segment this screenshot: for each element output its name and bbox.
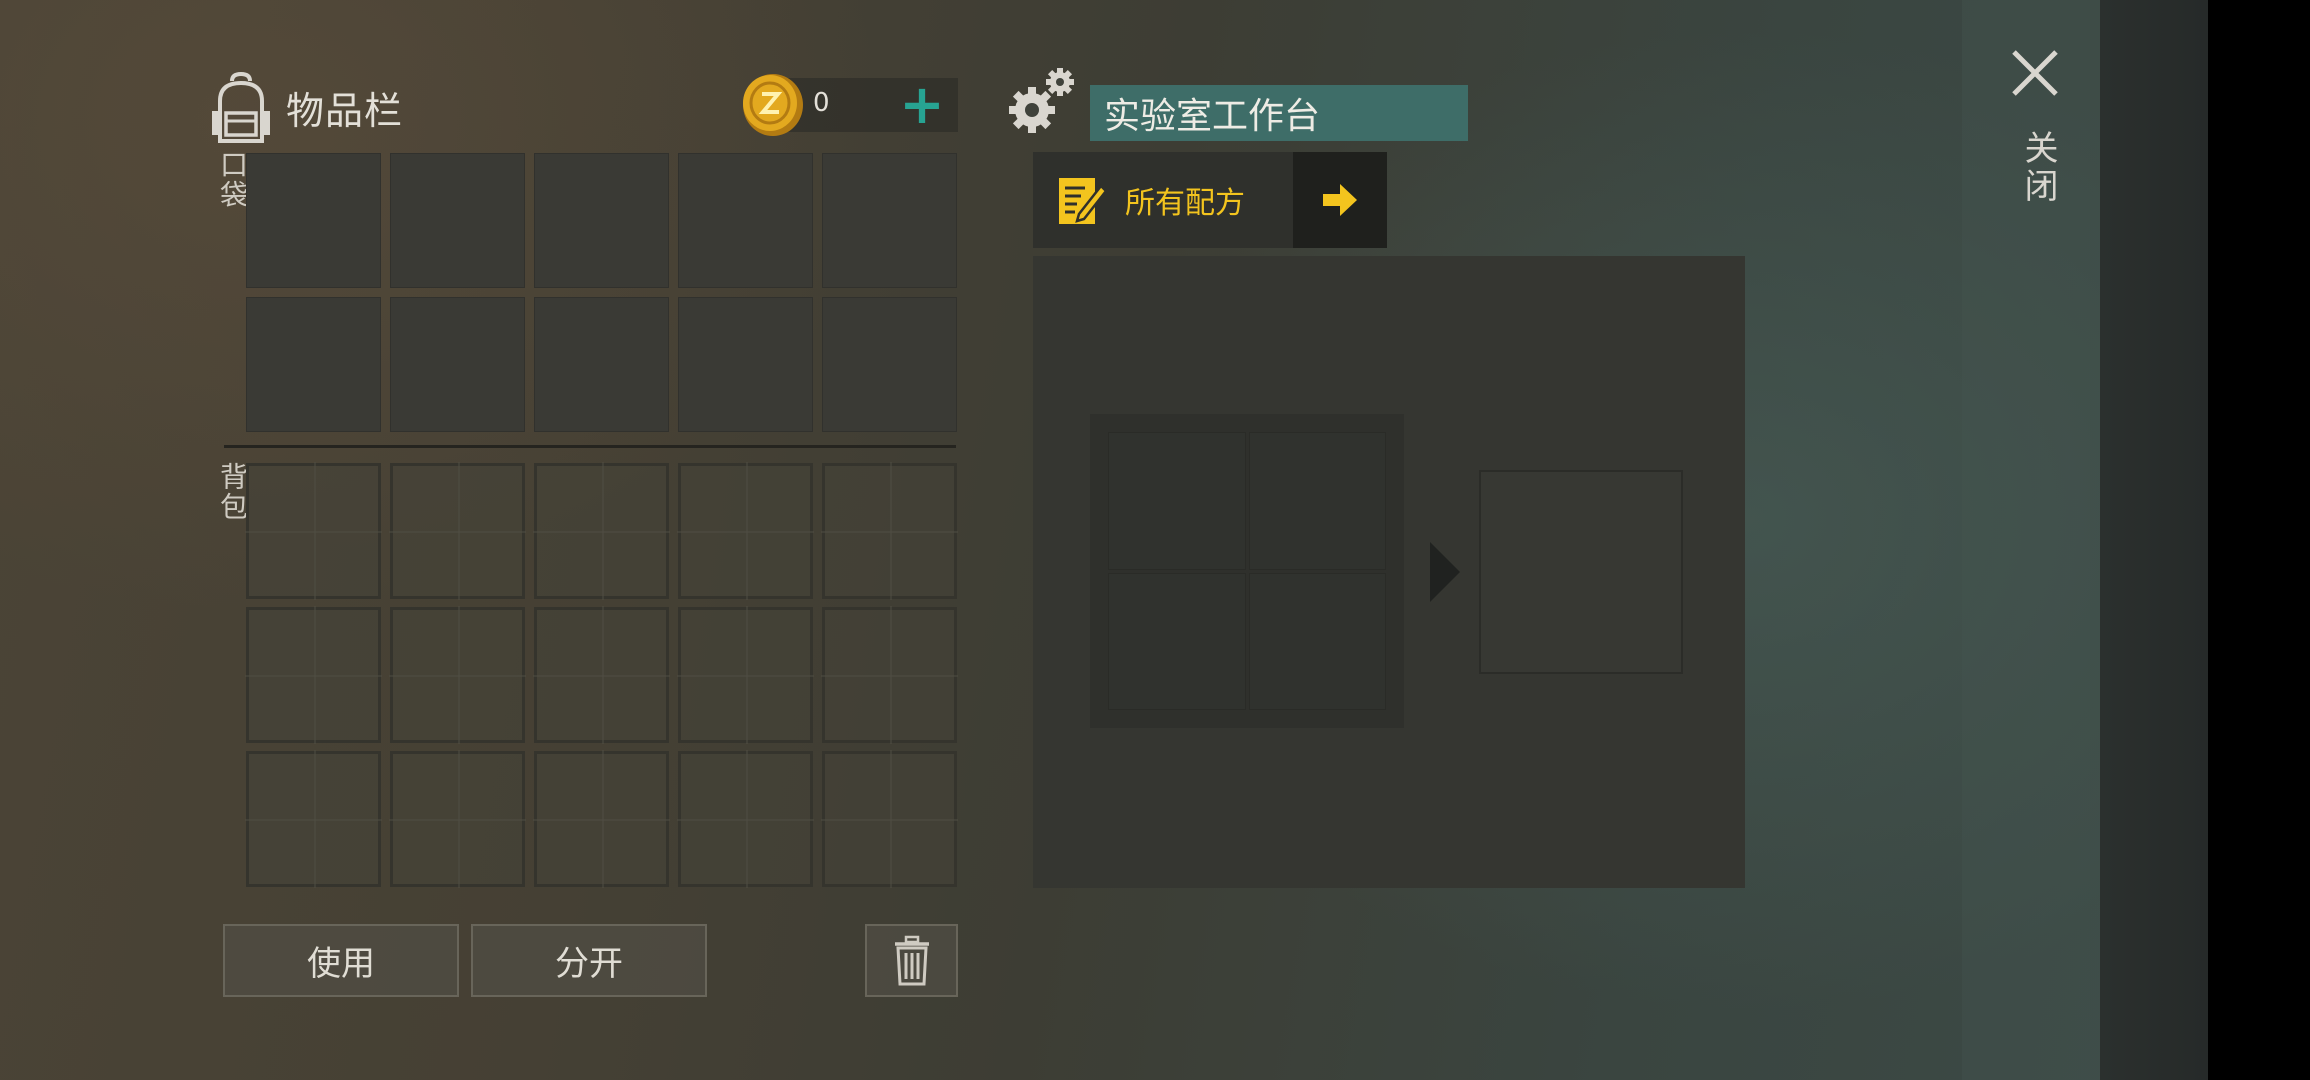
recipes-arrow-button[interactable] <box>1293 152 1387 248</box>
right-shade <box>2100 0 2208 1080</box>
backpack-slot[interactable] <box>245 606 382 744</box>
coin-count: 0 <box>813 88 830 118</box>
pocket-slot[interactable] <box>678 153 813 288</box>
discard-button[interactable] <box>865 924 958 997</box>
pocket-slot[interactable] <box>246 153 381 288</box>
backpack-grid <box>245 462 958 888</box>
trash-icon <box>894 935 929 985</box>
backpack-slot[interactable] <box>821 462 958 600</box>
add-coins-button[interactable]: + <box>895 78 949 132</box>
pocket-slot[interactable] <box>534 153 669 288</box>
backpack-slot[interactable] <box>533 462 670 600</box>
recipe-icon <box>1059 178 1107 224</box>
backpack-slot[interactable] <box>389 462 526 600</box>
pocket-grid <box>246 153 957 432</box>
pocket-slot[interactable] <box>390 297 525 432</box>
pocket-slot[interactable] <box>822 153 957 288</box>
crafting-slot[interactable] <box>1108 572 1246 710</box>
crafting-slot[interactable] <box>1108 432 1246 570</box>
close-label[interactable]: 关闭 <box>2014 130 2063 206</box>
divider <box>224 445 956 448</box>
backpack-slot[interactable] <box>389 606 526 744</box>
backpack-slot[interactable] <box>389 750 526 888</box>
craft-arrow-icon <box>1430 542 1460 602</box>
backpack-slot[interactable] <box>821 750 958 888</box>
gear-icon <box>1009 68 1074 133</box>
backpack-slot[interactable] <box>245 462 382 600</box>
pocket-slot[interactable] <box>678 297 813 432</box>
pocket-slot[interactable] <box>246 297 381 432</box>
coin-icon <box>743 74 803 136</box>
backpack-slot[interactable] <box>677 606 814 744</box>
all-recipes-label: 所有配方 <box>1125 186 1245 221</box>
pocket-slot[interactable] <box>534 297 669 432</box>
crafting-slot[interactable] <box>1248 572 1386 710</box>
all-recipes-tab[interactable]: 所有配方 <box>1033 152 1293 248</box>
crafting-input-grid <box>1090 414 1404 728</box>
inventory-header: 物品栏 <box>210 62 403 152</box>
crafting-output-slot[interactable] <box>1479 470 1683 674</box>
arrow-right-icon <box>1323 184 1357 216</box>
backpack-slot[interactable] <box>533 750 670 888</box>
inventory-title: 物品栏 <box>286 88 404 133</box>
workbench-title: 实验室工作台 <box>1090 85 1468 141</box>
backpack-slot[interactable] <box>677 462 814 600</box>
crafting-slot[interactable] <box>1248 432 1386 570</box>
use-button[interactable]: 使用 <box>223 924 459 997</box>
pocket-slot[interactable] <box>822 297 957 432</box>
split-button[interactable]: 分开 <box>471 924 707 997</box>
backpack-slot[interactable] <box>245 750 382 888</box>
backpack-slot[interactable] <box>533 606 670 744</box>
screen-edge <box>2208 0 2310 1080</box>
backpack-slot[interactable] <box>821 606 958 744</box>
close-icon[interactable] <box>2010 48 2060 98</box>
backpack-slot[interactable] <box>677 750 814 888</box>
backpack-icon <box>212 71 270 143</box>
pocket-slot[interactable] <box>390 153 525 288</box>
